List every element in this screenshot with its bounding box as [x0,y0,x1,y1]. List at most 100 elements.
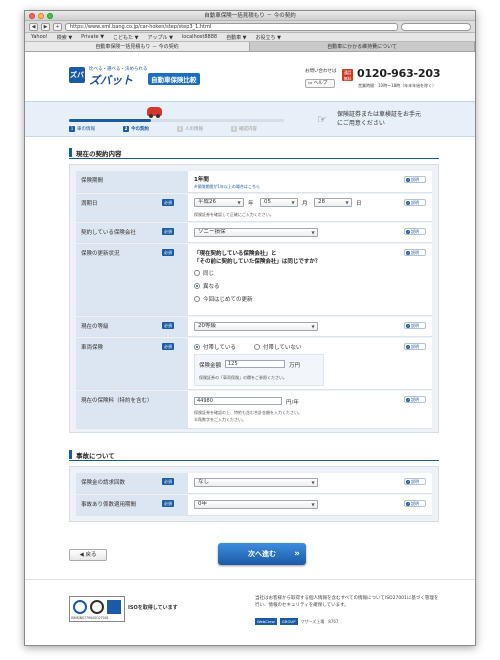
browser-toolbar: ◀ ▶ + https://www.xml.bang.co.jp/car-hok… [25,21,475,33]
page-content: ズバ 比べる・選べる・決められる ズバット 自動車保険比較 お問い合わせは ▭ … [25,53,475,645]
select-value: 平成26 [198,199,216,205]
tab-current[interactable]: 自動車保険一括見積もり － 今の契約 [25,42,250,51]
form-row-claims: 保険金の請求回数 必須 なし ▼ ? 説明 [76,473,432,494]
row-label-cell: 契約している保険会社 必須 [76,223,188,242]
row-label: 保険金の請求回数 [81,480,126,486]
section-marker [69,148,72,157]
logo-icon[interactable]: ズバ [69,67,85,83]
site-header: ズバ 比べる・選べる・決められる ズバット 自動車保険比較 お問い合わせは ▭ … [69,63,441,97]
radio-label: 同じ [203,271,215,277]
question-icon: ? [406,398,410,402]
bookmark-item[interactable]: 検索 ▼ [57,34,72,41]
required-badge: 必須 [162,249,174,256]
explain-button[interactable]: ? 説明 [404,478,426,485]
vehicle-ins-option-yes[interactable]: 付帯している [194,343,236,351]
notice-line: 保険証券または車検証をお手元 [337,111,422,118]
bookmarks-bar: Yahoo! 検索 ▼ Private ▼ こどもた ▼ アップル ▼ loca… [25,33,475,42]
isms-icon [107,600,121,614]
year-unit: 年 [248,201,254,207]
explain-button[interactable]: ? 説明 [404,343,426,350]
accident-period-select[interactable]: 0年 ▼ [194,500,318,509]
expiry-day-select[interactable]: 28 ▼ [314,198,352,207]
form-row-company: 契約している保険会社 必須 ソニー損保 ▼ ? 説明 [76,223,432,243]
row-value-cell: ソニー損保 ▼ [194,223,384,242]
bookmark-item[interactable]: アップル ▼ [147,34,172,41]
zoom-window-button[interactable] [47,13,53,19]
help-button[interactable]: ▭ ヘルプ [305,79,335,88]
step-number: 2 [123,126,129,132]
grade-select[interactable]: 20等級 ▼ [194,322,318,331]
row-label-cell: 保険の更新状況 必須 [76,244,188,315]
webcrew-group: WebCrew GROUP マザーズ上場 8767 [255,618,338,625]
period-value: 1年間 [194,177,209,183]
expiry-year-select[interactable]: 平成26 ▼ [194,198,244,207]
browser-search-field[interactable] [401,22,471,31]
question-icon: ? [406,324,410,328]
add-tab-button[interactable]: + [53,22,62,31]
next-button[interactable]: 次へ進む » [218,543,306,565]
bsi-icon [90,600,104,614]
row-value-cell: 1年間 ※保険期間が1年以上の場合はこちら [194,171,384,192]
claims-select[interactable]: なし ▼ [194,478,318,487]
phone-number: 0120-963-203 [357,67,441,80]
row-label-cell: 事故あり係数適用期間 必須 [76,495,188,515]
expiry-note: 保険証券を確認して正確にご入力ください。 [194,212,274,217]
question-icon: ? [406,345,410,349]
bookmark-item[interactable]: お役立ち ▼ [256,34,281,41]
row-label-cell: 現在の保険料（特約を含む） [76,391,188,428]
explain-button[interactable]: ? 説明 [404,228,426,235]
row-label: 車両保険 [81,345,104,351]
question-icon: ? [406,251,410,255]
bookmark-item[interactable]: Yahoo! [31,34,48,40]
vehicle-ins-option-no[interactable]: 付帯していない [254,343,301,351]
webcrew-logo[interactable]: WebCrew [255,618,277,625]
section-header-accident: 事故について [69,449,439,461]
section-title: 現在の契約内容 [76,150,122,158]
select-arrow-icon: ▼ [311,480,315,485]
tab-maintenance[interactable]: 自動車にかかる維持費について [250,42,475,51]
notice-line: にご用意ください [337,120,385,127]
company-select[interactable]: ソニー損保 ▼ [194,228,318,237]
help-label: ヘルプ [313,81,328,86]
select-value: 05 [264,199,271,205]
business-hours: 営業時間：10時～18時（年末年始を除く） [358,83,437,88]
step-item: 1 車の情報 [69,126,123,132]
close-window-button[interactable] [29,13,35,19]
expiry-month-select[interactable]: 05 ▼ [260,198,298,207]
help-icon: ▭ [308,81,313,86]
insured-amount-input[interactable]: 125 [225,360,285,368]
bookmark-item[interactable]: localhost8888 [182,34,217,40]
row-value-cell: 付帯している 付帯していない 保険金額 125 万円 保険証券の「車両保険」の欄… [194,338,384,389]
minimize-window-button[interactable] [38,13,44,19]
renewal-question: 「その前に契約していた保険会社」は同じですか？ [194,259,321,265]
logo-text[interactable]: ズバット [89,72,133,88]
explain-button[interactable]: ? 説明 [404,396,426,403]
bookmark-item[interactable]: 自動車 ▼ [226,34,246,41]
back-button[interactable]: ◀ 戻る [69,549,107,561]
window-title: 自動車保険一括見積もり － 今の契約 [204,13,296,19]
explain-button[interactable]: ? 説明 [404,176,426,183]
explain-button[interactable]: ? 説明 [404,249,426,256]
premium-input[interactable]: 44980 [194,397,282,405]
bookmark-item[interactable]: Private ▼ [81,34,104,40]
explain-label: 説明 [411,323,419,328]
row-label-cell: 保険金の請求回数 必須 [76,473,188,493]
form-row-expiry: 満期日 必須 平成26 ▼ 年 05 ▼ 月 28 ▼ 日 保険証券を確認して正確にご入… [76,194,432,222]
renewal-option-different[interactable]: 異なる [194,282,220,290]
explain-button[interactable]: ? 説明 [404,322,426,329]
address-bar[interactable]: https://www.xml.bang.co.jp/car-hoken/ste… [65,22,398,31]
period-note-link[interactable]: ※保険期間が1年以上の場合はこちら [194,184,260,190]
question-icon: ? [406,178,410,182]
explain-label: 説明 [411,397,419,402]
bookmark-item[interactable]: こどもた ▼ [113,34,138,41]
radio-selected-icon [194,283,200,289]
explain-button[interactable]: ? 説明 [404,500,426,507]
row-value-cell: 20等級 ▼ [194,317,384,336]
explain-button[interactable]: ? 説明 [404,199,426,206]
renewal-option-first[interactable]: 今回はじめての更新 [194,295,253,303]
radio-label: 付帯していない [263,345,302,351]
forward-nav-button[interactable]: ▶ [41,22,50,31]
back-nav-button[interactable]: ◀ [29,22,38,31]
row-label-cell: 現在の等級 必須 [76,317,188,336]
renewal-option-same[interactable]: 同じ [194,269,214,277]
